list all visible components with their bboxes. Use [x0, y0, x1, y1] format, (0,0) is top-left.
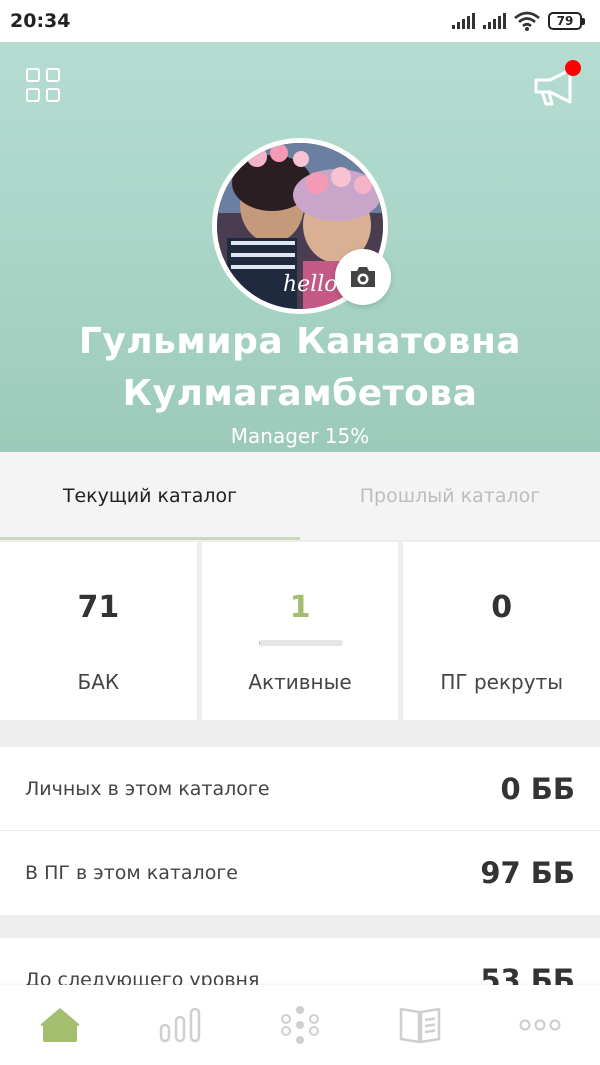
user-role: Manager 15%	[230, 424, 370, 448]
stat-label: БАК	[77, 670, 120, 694]
stat-card-pg-recruits[interactable]: 0 ПГ рекруты	[403, 542, 600, 720]
row-label: В ПГ в этом каталоге	[25, 862, 238, 884]
stat-label: ПГ рекруты	[440, 670, 563, 694]
battery-icon: 79	[548, 12, 585, 30]
bar-chart-icon	[159, 1007, 201, 1043]
change-photo-button[interactable]	[335, 249, 391, 305]
profile-header: hello Summer Гульмира Канатовна Кулмагам…	[0, 42, 600, 452]
stats-panel: 71 БАК 1 Активные 0 ПГ рекруты	[0, 542, 600, 720]
nav-more[interactable]	[500, 995, 580, 1055]
stat-value: 71	[77, 590, 120, 625]
tab-current-catalog[interactable]: Текущий каталог	[0, 452, 300, 540]
row-value: 0 ББ	[500, 772, 575, 806]
row-label: Личных в этом каталоге	[25, 778, 270, 800]
signal-icon	[483, 13, 506, 29]
nav-home[interactable]	[20, 995, 100, 1055]
status-bar: 20:34 79	[0, 0, 600, 42]
summary-row-pg: В ПГ в этом каталоге 97 ББ	[0, 831, 600, 915]
catalog-tabs: Текущий каталог Прошлый каталог	[0, 452, 600, 540]
bottom-navigation	[0, 985, 600, 1065]
tab-previous-catalog[interactable]: Прошлый каталог	[300, 452, 600, 540]
user-full-name: Гульмира Канатовна Кулмагамбетова	[78, 321, 522, 414]
stat-card-active[interactable]: 1 Активные	[201, 542, 399, 720]
progress-fill	[258, 640, 261, 646]
notification-badge	[565, 60, 581, 76]
summary-row-personal: Личных в этом каталоге 0 ББ	[0, 747, 600, 831]
stat-label: Активные	[248, 670, 352, 694]
wifi-icon	[514, 11, 540, 31]
stat-card-bak[interactable]: 71 БАК	[0, 542, 197, 720]
camera-icon	[351, 267, 375, 287]
signal-icon	[452, 13, 475, 29]
catalog-book-icon	[399, 1007, 441, 1044]
status-time: 20:34	[10, 10, 71, 32]
nav-catalog[interactable]	[380, 995, 460, 1055]
nav-statistics[interactable]	[140, 995, 220, 1055]
more-dots-icon	[519, 1019, 561, 1031]
stat-value: 0	[491, 590, 513, 625]
status-icons: 79	[452, 11, 585, 31]
network-dots-icon	[281, 1006, 319, 1044]
nav-network[interactable]	[260, 995, 340, 1055]
row-value: 97 ББ	[480, 856, 575, 890]
home-icon	[40, 1008, 80, 1042]
stat-value: 1	[289, 590, 311, 625]
menu-grid-icon[interactable]	[26, 68, 60, 102]
active-progress-bar	[258, 640, 343, 646]
battery-level: 79	[556, 14, 574, 28]
